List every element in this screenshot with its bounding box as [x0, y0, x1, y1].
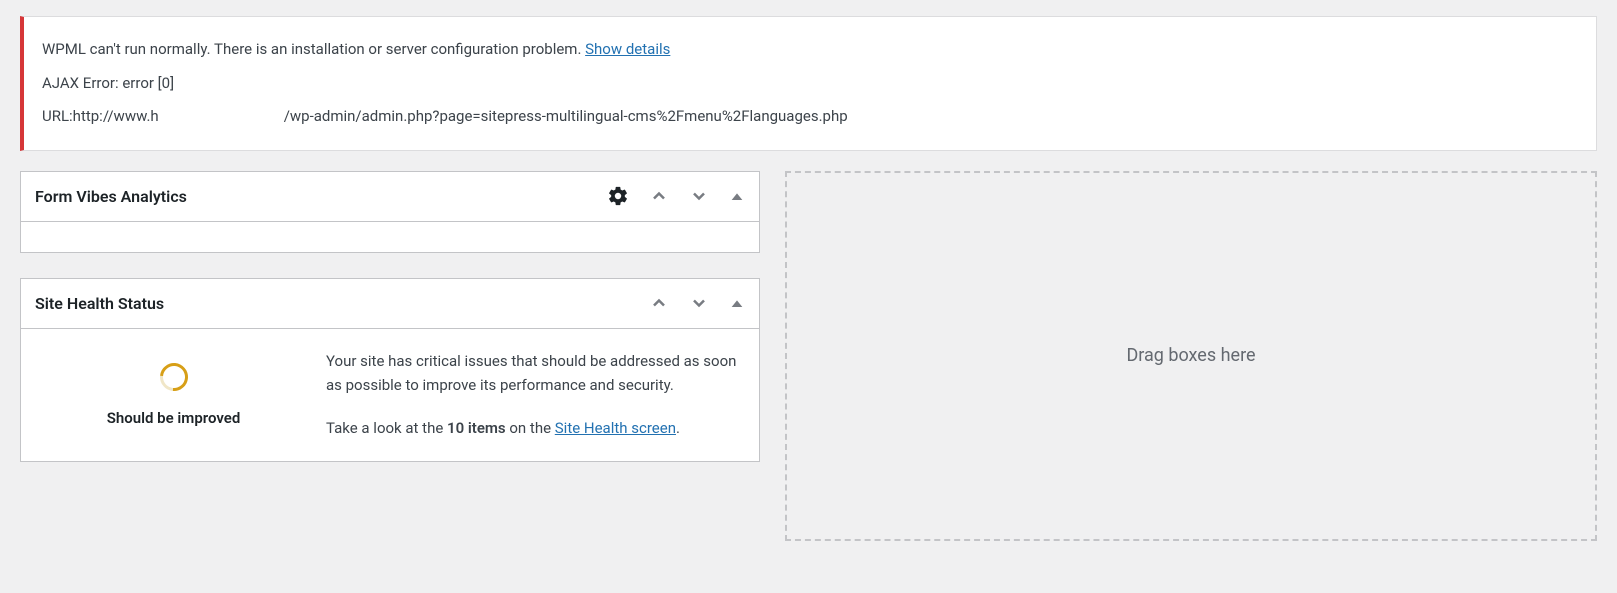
p2-post: . [676, 419, 680, 437]
url-obscured-segment [159, 108, 284, 125]
form-vibes-analytics-widget: Form Vibes Analytics [20, 171, 760, 253]
move-up-icon[interactable] [649, 186, 669, 206]
notice-line-1: WPML can't run normally. There is an ins… [42, 37, 1578, 63]
site-health-status-label: Should be improved [107, 409, 241, 427]
p2-items-count: 10 items [447, 419, 506, 437]
gear-icon[interactable] [607, 185, 629, 207]
dashboard-column-left: Form Vibes Analytics [20, 171, 760, 541]
toggle-collapse-icon[interactable] [729, 295, 745, 311]
site-health-screen-link[interactable]: Site Health screen [555, 419, 676, 437]
widget-handle-actions [649, 293, 745, 313]
progress-circle-icon [154, 357, 193, 396]
site-health-status-widget: Site Health Status Should be impr [20, 278, 760, 462]
site-health-indicator: Should be improved [41, 349, 306, 441]
site-health-p2: Take a look at the 10 items on the Site … [326, 416, 739, 441]
move-down-icon[interactable] [689, 293, 709, 313]
site-health-p1: Your site has critical issues that shoul… [326, 349, 739, 399]
notice-line-2: AJAX Error: error [0] [42, 71, 1578, 97]
widget-title: Site Health Status [35, 294, 164, 313]
dropzone-text: Drag boxes here [1126, 345, 1255, 366]
widget-header: Site Health Status [21, 279, 759, 329]
move-up-icon[interactable] [649, 293, 669, 313]
url-suffix: /wp-admin/admin.php?page=sitepress-multi… [284, 107, 848, 125]
dashboard-widgets-area: Form Vibes Analytics [0, 171, 1617, 561]
wpml-error-notice: WPML can't run normally. There is an ins… [20, 16, 1597, 151]
move-down-icon[interactable] [689, 186, 709, 206]
widget-title: Form Vibes Analytics [35, 187, 187, 206]
p2-mid: on the [506, 419, 555, 437]
form-vibes-body [21, 222, 759, 252]
site-health-body: Should be improved Your site has critica… [21, 329, 759, 461]
url-prefix: URL:http://www.h [42, 107, 159, 125]
widget-header: Form Vibes Analytics [21, 172, 759, 222]
notice-text-1: WPML can't run normally. There is an ins… [42, 40, 585, 58]
toggle-collapse-icon[interactable] [729, 188, 745, 204]
dashboard-column-right: Drag boxes here [785, 171, 1597, 541]
show-details-link[interactable]: Show details [585, 40, 670, 58]
widget-handle-actions [607, 185, 745, 207]
site-health-description: Your site has critical issues that shoul… [326, 349, 739, 441]
notice-line-3: URL:http://www.h/wp-admin/admin.php?page… [42, 104, 1578, 130]
widgets-dropzone[interactable]: Drag boxes here [785, 171, 1597, 541]
p2-pre: Take a look at the [326, 419, 447, 437]
